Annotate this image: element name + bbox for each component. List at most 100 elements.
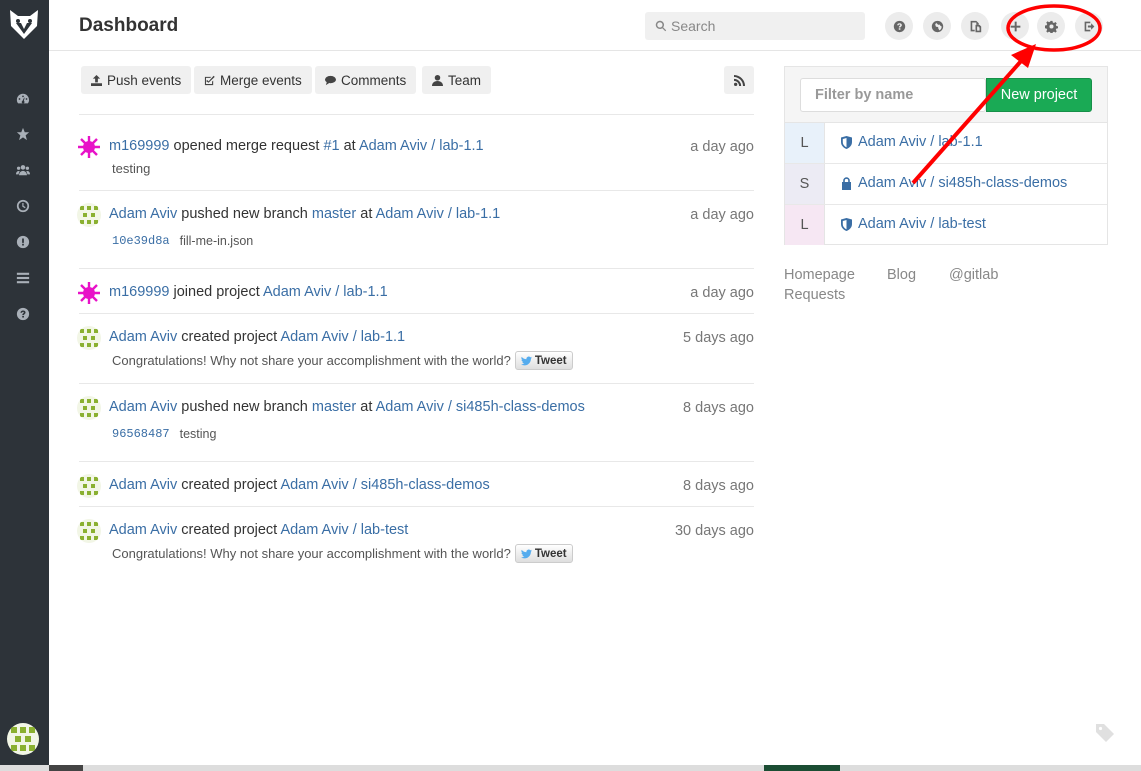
search-box[interactable] bbox=[645, 12, 865, 40]
issues-icon[interactable] bbox=[15, 234, 31, 250]
event-time: 5 days ago bbox=[683, 330, 754, 346]
event-action: joined project bbox=[173, 284, 260, 300]
event-summary: Adam Aviv created project Adam Aviv / si… bbox=[109, 477, 490, 493]
event-project-link[interactable]: Adam Aviv / si485h-class-demos bbox=[376, 399, 585, 415]
help-icon[interactable] bbox=[885, 12, 913, 40]
event-time: a day ago bbox=[690, 285, 754, 301]
event-note: testing bbox=[112, 161, 151, 176]
sign-out-icon[interactable] bbox=[1075, 12, 1103, 40]
project-letter-badge: L bbox=[785, 205, 825, 245]
project-row[interactable]: L Adam Aviv / lab-test bbox=[785, 205, 1107, 246]
event-summary: m169999 opened merge request #1 at Adam … bbox=[109, 138, 484, 154]
rss-feed-button[interactable] bbox=[724, 66, 754, 94]
avatar[interactable] bbox=[77, 474, 101, 498]
event-prep: at bbox=[360, 399, 373, 415]
commit-sha-link[interactable]: 96568487 bbox=[112, 427, 170, 441]
shield-icon bbox=[841, 136, 852, 149]
star-icon[interactable] bbox=[15, 126, 31, 142]
gear-icon[interactable] bbox=[1037, 12, 1065, 40]
dashboard-icon[interactable] bbox=[15, 91, 31, 107]
project-name-link[interactable]: Adam Aviv / si485h-class-demos bbox=[858, 175, 1067, 191]
avatar[interactable] bbox=[77, 326, 101, 350]
gitlab-twitter-link[interactable]: @gitlab bbox=[949, 267, 998, 283]
event-project-link[interactable]: Adam Aviv / si485h-class-demos bbox=[280, 477, 489, 493]
event-author-link[interactable]: Adam Aviv bbox=[109, 329, 177, 345]
user-avatar[interactable] bbox=[7, 723, 39, 755]
event-ref-link[interactable]: #1 bbox=[323, 138, 339, 154]
blog-link[interactable]: Blog bbox=[887, 267, 916, 283]
event-project-link[interactable]: Adam Aviv / lab-1.1 bbox=[280, 329, 405, 345]
avatar[interactable] bbox=[77, 281, 101, 305]
search-input[interactable] bbox=[671, 18, 851, 34]
filter-push-label: Push events bbox=[107, 72, 182, 88]
event-author-link[interactable]: Adam Aviv bbox=[109, 522, 177, 538]
event-author-link[interactable]: m169999 bbox=[109, 284, 169, 300]
avatar[interactable] bbox=[77, 396, 101, 420]
new-project-button[interactable]: New project bbox=[986, 78, 1092, 112]
divider bbox=[79, 506, 754, 507]
event-project-link[interactable]: Adam Aviv / lab-test bbox=[280, 522, 408, 538]
event-ref-link[interactable]: master bbox=[312, 399, 356, 415]
event-action: created project bbox=[181, 477, 278, 493]
event-project-link[interactable]: Adam Aviv / lab-1.1 bbox=[359, 138, 484, 154]
event-action: pushed new branch bbox=[181, 206, 308, 222]
event-prep: at bbox=[343, 138, 356, 154]
congrats-line: Congratulations! Why not share your acco… bbox=[112, 544, 573, 563]
event-project-link[interactable]: Adam Aviv / lab-1.1 bbox=[263, 284, 388, 300]
avatar[interactable] bbox=[77, 135, 101, 159]
filter-merge-events-button[interactable]: Merge events bbox=[194, 66, 312, 94]
project-letter-badge: L bbox=[785, 123, 825, 163]
filter-team-button[interactable]: Team bbox=[422, 66, 492, 94]
plus-icon[interactable] bbox=[1001, 12, 1029, 40]
event-author-link[interactable]: Adam Aviv bbox=[109, 477, 177, 493]
clock-icon[interactable] bbox=[15, 198, 31, 214]
comments-icon bbox=[325, 75, 336, 85]
event-summary: Adam Aviv pushed new branch master at Ad… bbox=[109, 206, 500, 222]
groups-icon[interactable] bbox=[15, 162, 31, 178]
tweet-button[interactable]: Tweet bbox=[514, 351, 573, 370]
commit-sha-link[interactable]: 10e39d8a bbox=[112, 234, 170, 248]
homepage-link[interactable]: Homepage bbox=[784, 267, 855, 283]
tweet-label: Tweet bbox=[534, 547, 567, 560]
filter-team-label: Team bbox=[448, 72, 482, 88]
feature-requests-link[interactable]: Requests bbox=[784, 287, 845, 303]
project-row[interactable]: S Adam Aviv / si485h-class-demos bbox=[785, 164, 1107, 205]
divider bbox=[79, 461, 754, 462]
filter-comments-label: Comments bbox=[341, 72, 407, 88]
project-name-link[interactable]: Adam Aviv / lab-1.1 bbox=[858, 134, 983, 150]
copy-icon[interactable] bbox=[961, 12, 989, 40]
commit-message: fill-me-in.json bbox=[179, 234, 254, 248]
avatar[interactable] bbox=[77, 519, 101, 543]
project-row[interactable]: L Adam Aviv / lab-1.1 bbox=[785, 123, 1107, 164]
globe-icon[interactable] bbox=[923, 12, 951, 40]
event-prep: at bbox=[360, 206, 373, 222]
upload-icon bbox=[91, 74, 102, 86]
event-project-link[interactable]: Adam Aviv / lab-1.1 bbox=[376, 206, 501, 222]
avatar[interactable] bbox=[77, 203, 101, 227]
page-title: Dashboard bbox=[79, 15, 179, 36]
filter-push-events-button[interactable]: Push events bbox=[81, 66, 192, 94]
congrats-text: Congratulations! Why not share your acco… bbox=[112, 546, 511, 561]
help-icon[interactable] bbox=[15, 306, 31, 322]
check-square-icon bbox=[204, 75, 215, 85]
tweet-button[interactable]: Tweet bbox=[514, 544, 573, 563]
list-icon[interactable] bbox=[15, 270, 31, 286]
top-header: Dashboard bbox=[49, 0, 1141, 51]
event-ref-link[interactable]: master bbox=[312, 206, 356, 222]
event-author-link[interactable]: Adam Aviv bbox=[109, 206, 177, 222]
event-author-link[interactable]: m169999 bbox=[109, 138, 169, 154]
event-author-link[interactable]: Adam Aviv bbox=[109, 399, 177, 415]
commit-line: 96568487 testing bbox=[112, 427, 216, 441]
event-summary: Adam Aviv created project Adam Aviv / la… bbox=[109, 522, 408, 538]
project-letter-badge: S bbox=[785, 164, 825, 204]
gitlab-logo-icon[interactable] bbox=[6, 6, 42, 42]
twitter-bird-icon bbox=[520, 356, 532, 365]
commit-line: 10e39d8a fill-me-in.json bbox=[112, 234, 253, 248]
event-time: 8 days ago bbox=[683, 400, 754, 416]
filter-comments-button[interactable]: Comments bbox=[315, 66, 417, 94]
filter-by-name-input[interactable] bbox=[800, 78, 986, 112]
congrats-text: Congratulations! Why not share your acco… bbox=[112, 353, 511, 368]
shield-icon bbox=[841, 218, 852, 231]
user-icon bbox=[432, 74, 443, 86]
project-name-link[interactable]: Adam Aviv / lab-test bbox=[858, 216, 986, 232]
